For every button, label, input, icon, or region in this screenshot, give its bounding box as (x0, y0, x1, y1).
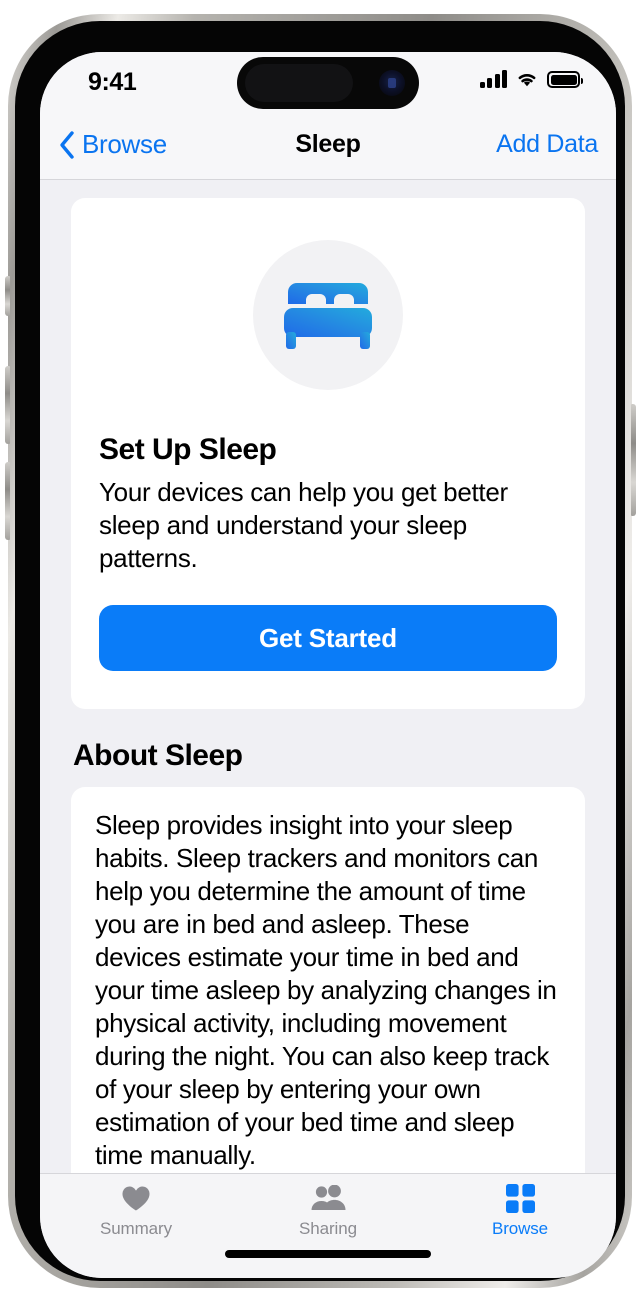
sleep-icon-circle (253, 240, 403, 390)
tab-summary[interactable]: Summary (40, 1174, 232, 1248)
setup-description: Your devices can help you get better sle… (99, 477, 508, 573)
cellular-signal-icon (479, 70, 507, 88)
page-title: Sleep (295, 130, 361, 158)
chevron-left-icon (60, 130, 74, 159)
people-icon (310, 1184, 346, 1214)
scroll-content[interactable]: Set Up Sleep Your devices can help you g… (40, 180, 616, 1173)
home-indicator[interactable] (225, 1250, 431, 1258)
tab-browse-label: Browse (491, 1218, 549, 1238)
about-section-heading: About Sleep (73, 739, 243, 772)
setup-heading: Set Up Sleep (99, 433, 277, 466)
sleep-icon-container (99, 240, 557, 390)
tab-sharing[interactable]: Sharing (232, 1174, 424, 1248)
tab-sharing-label: Sharing (299, 1218, 357, 1238)
about-sleep-card: Sleep provides insight into your sleep h… (71, 787, 585, 1173)
status-bar-time: 9:41 (88, 68, 137, 96)
home-indicator-area (40, 1248, 616, 1278)
volume-down-button[interactable] (4, 462, 10, 540)
silent-switch-button[interactable] (4, 276, 10, 316)
status-bar: 9:41 (40, 52, 616, 110)
tab-browse[interactable]: Browse (424, 1174, 616, 1248)
status-bar-indicators (479, 70, 583, 88)
back-button[interactable]: Browse (58, 129, 167, 160)
get-started-button[interactable]: Get Started (99, 605, 557, 671)
tab-summary-label: Summary (99, 1218, 173, 1238)
battery-full-icon (547, 71, 583, 88)
volume-up-button[interactable] (4, 366, 10, 444)
heart-icon (121, 1184, 151, 1214)
tab-bar: Summary Sharing Browse (40, 1173, 616, 1248)
phone-screen: 9:41 Browse Sleep Add Data Set Up Sleep … (40, 52, 616, 1278)
battery-fill (550, 74, 577, 85)
front-camera-icon (379, 70, 405, 96)
setup-sleep-card: Set Up Sleep Your devices can help you g… (71, 198, 585, 709)
bed-icon (284, 283, 372, 349)
island-pill (245, 64, 353, 102)
power-button[interactable] (630, 404, 636, 516)
dynamic-island (237, 57, 419, 109)
about-sleep-text: Sleep provides insight into your sleep h… (95, 810, 557, 1170)
back-button-label: Browse (82, 129, 167, 159)
phone-frame: 9:41 Browse Sleep Add Data Set Up Sleep … (4, 14, 636, 1288)
wifi-icon (518, 74, 536, 87)
navigation-bar: Browse Sleep Add Data (40, 110, 616, 180)
grid-squares-icon (505, 1184, 535, 1214)
add-data-button[interactable]: Add Data (496, 130, 598, 159)
